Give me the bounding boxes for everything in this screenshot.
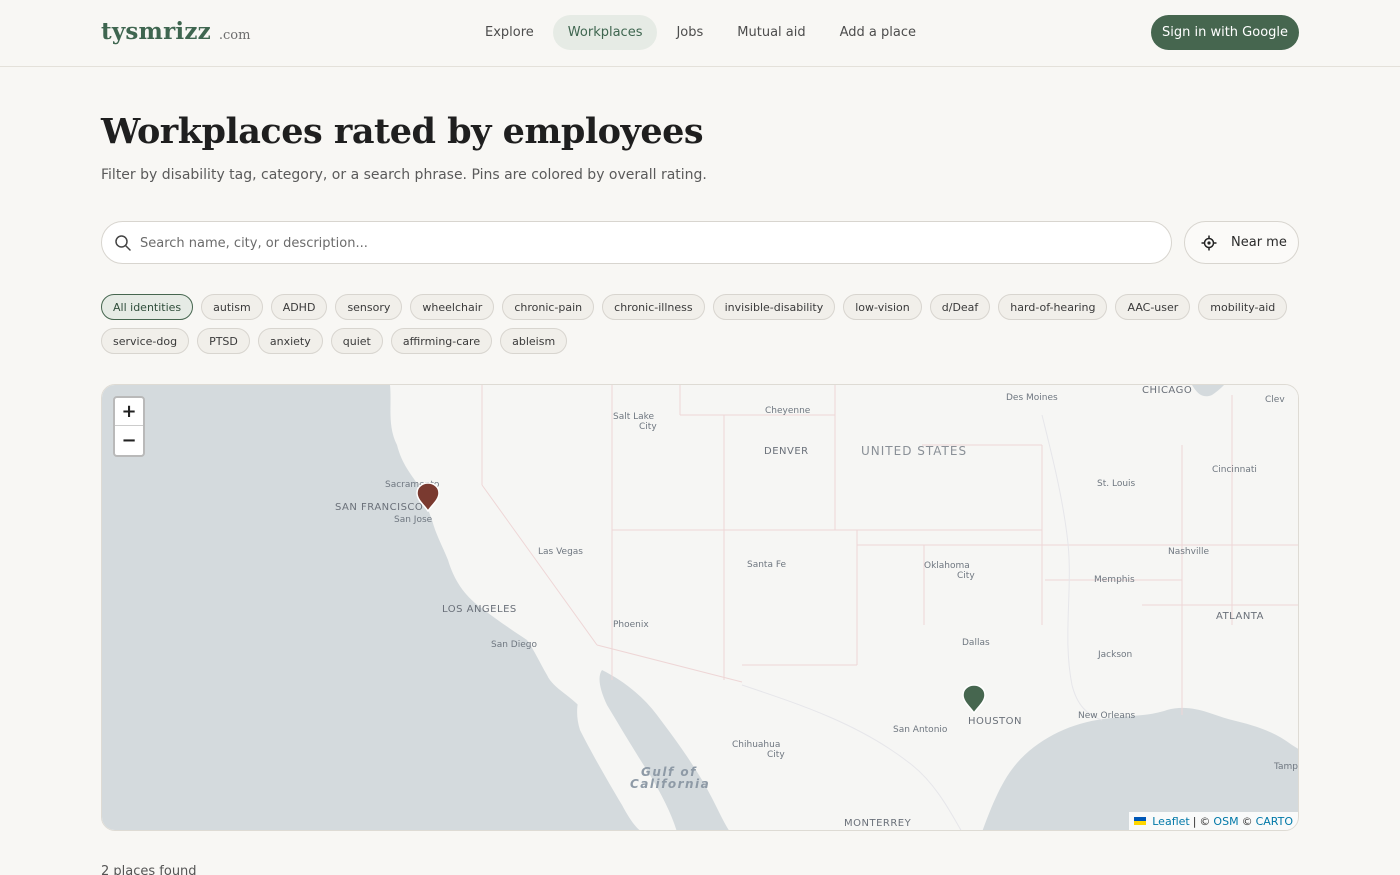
zoom-out-button[interactable]: − bbox=[115, 426, 143, 454]
map-label-chihuahua: Chihuahua bbox=[732, 740, 781, 750]
main-nav: Explore Workplaces Jobs Mutual aid Add a… bbox=[470, 15, 931, 50]
nav-explore[interactable]: Explore bbox=[470, 15, 549, 50]
search-input[interactable] bbox=[140, 230, 1160, 256]
logo-wordmark: tysmrizz bbox=[101, 18, 211, 45]
map-label-cleveland: Clev bbox=[1265, 395, 1285, 405]
map-label-chihuahua-city: City bbox=[767, 750, 785, 760]
pin-san-francisco[interactable] bbox=[416, 482, 440, 512]
map-label-dallas: Dallas bbox=[962, 638, 990, 648]
tag-sensory[interactable]: sensory bbox=[335, 294, 403, 320]
map-label-san-antonio: San Antonio bbox=[893, 725, 948, 735]
near-me-button[interactable]: Near me bbox=[1184, 221, 1299, 264]
tag-low-vision[interactable]: low-vision bbox=[843, 294, 922, 320]
map-label-gulf-california: California bbox=[630, 777, 711, 791]
tag-affirming-care[interactable]: affirming-care bbox=[390, 328, 493, 354]
search-bar bbox=[101, 221, 1172, 264]
map-label-cincinnati: Cincinnati bbox=[1212, 465, 1257, 475]
map-label-st-louis: St. Louis bbox=[1097, 479, 1136, 489]
nav-workplaces[interactable]: Workplaces bbox=[552, 15, 658, 50]
map-label-atlanta: ATLANTA bbox=[1216, 611, 1264, 622]
identity-tag-filters: All identities autism ADHD sensory wheel… bbox=[101, 294, 1301, 354]
map-label-new-orleans: New Orleans bbox=[1078, 711, 1136, 721]
near-me-label: Near me bbox=[1231, 235, 1287, 250]
map-zoom-control: + − bbox=[113, 396, 145, 457]
page-title: Workplaces rated by employees bbox=[101, 111, 704, 152]
tag-ableism[interactable]: ableism bbox=[500, 328, 568, 354]
map-label-san-diego: San Diego bbox=[491, 640, 537, 650]
logo-domain-suffix: .com bbox=[218, 28, 251, 43]
map-label-oklahoma-city: City bbox=[957, 571, 975, 581]
map-label-nashville: Nashville bbox=[1168, 547, 1210, 557]
tag-invisible-disability[interactable]: invisible-disability bbox=[712, 294, 836, 320]
zoom-in-button[interactable]: + bbox=[115, 398, 143, 426]
page-subtitle: Filter by disability tag, category, or a… bbox=[101, 167, 707, 183]
pin-houston[interactable] bbox=[962, 684, 986, 714]
sign-in-google-button[interactable]: Sign in with Google bbox=[1151, 15, 1299, 50]
tag-aac-user[interactable]: AAC-user bbox=[1115, 294, 1191, 320]
results-count: 2 places found bbox=[101, 864, 197, 875]
map-label-denver: DENVER bbox=[764, 446, 809, 457]
map-label-salt-lake-city: City bbox=[639, 422, 657, 432]
map-label-los-angeles: LOS ANGELES bbox=[442, 604, 517, 615]
map-label-tampa: Tamp bbox=[1274, 762, 1299, 772]
attribution-copyright-2: © bbox=[1241, 814, 1253, 828]
tag-hard-of-hearing[interactable]: hard-of-hearing bbox=[998, 294, 1108, 320]
tag-anxiety[interactable]: anxiety bbox=[257, 328, 323, 354]
tag-d-deaf[interactable]: d/Deaf bbox=[929, 294, 991, 320]
map-attribution: Leaflet | © OSM © CARTO bbox=[1129, 812, 1298, 830]
tag-adhd[interactable]: ADHD bbox=[270, 294, 328, 320]
map-label-las-vegas: Las Vegas bbox=[538, 547, 583, 557]
map-label-salt-lake: Salt Lake bbox=[613, 412, 655, 422]
top-navigation-bar: tysmrizz .com Explore Workplaces Jobs Mu… bbox=[0, 0, 1400, 67]
attribution-separator: | bbox=[1192, 814, 1197, 828]
map-label-jackson: Jackson bbox=[1098, 650, 1133, 660]
tag-ptsd[interactable]: PTSD bbox=[197, 328, 250, 354]
map-label-san-jose: San Jose bbox=[394, 515, 433, 525]
location-crosshair-icon bbox=[1201, 235, 1217, 251]
map-base-layer bbox=[102, 385, 1298, 830]
map-label-united-states: UNITED STATES bbox=[861, 444, 968, 458]
map-label-monterrey: MONTERREY bbox=[844, 818, 912, 829]
osm-link[interactable]: OSM bbox=[1213, 815, 1238, 828]
map-label-cheyenne: Cheyenne bbox=[765, 406, 811, 416]
map-label-san-francisco: SAN FRANCISCO bbox=[335, 502, 424, 513]
nav-mutual-aid[interactable]: Mutual aid bbox=[722, 15, 820, 50]
leaflet-link[interactable]: Leaflet bbox=[1152, 815, 1189, 828]
site-logo[interactable]: tysmrizz .com bbox=[101, 18, 250, 45]
search-icon bbox=[115, 235, 131, 251]
ukraine-flag-icon bbox=[1134, 817, 1147, 825]
tag-chronic-pain[interactable]: chronic-pain bbox=[502, 294, 595, 320]
workplaces-map[interactable]: CHICAGO Des Moines Clev Cheyenne Salt La… bbox=[101, 384, 1299, 831]
tag-service-dog[interactable]: service-dog bbox=[101, 328, 190, 354]
map-label-des-moines: Des Moines bbox=[1006, 393, 1058, 403]
nav-jobs[interactable]: Jobs bbox=[661, 15, 718, 50]
tag-wheelchair[interactable]: wheelchair bbox=[410, 294, 495, 320]
carto-link[interactable]: CARTO bbox=[1256, 815, 1293, 828]
nav-add-a-place[interactable]: Add a place bbox=[825, 15, 931, 50]
attribution-copyright: © bbox=[1199, 814, 1211, 828]
map-label-oklahoma: Oklahoma bbox=[924, 561, 970, 571]
map-label-phoenix: Phoenix bbox=[613, 620, 649, 630]
tag-autism[interactable]: autism bbox=[201, 294, 263, 320]
map-label-santa-fe: Santa Fe bbox=[747, 560, 787, 570]
map-label-memphis: Memphis bbox=[1094, 575, 1135, 585]
tag-all-identities[interactable]: All identities bbox=[101, 294, 194, 320]
tag-chronic-illness[interactable]: chronic-illness bbox=[602, 294, 705, 320]
tag-mobility-aid[interactable]: mobility-aid bbox=[1198, 294, 1288, 320]
map-label-houston: HOUSTON bbox=[968, 716, 1023, 727]
tag-quiet[interactable]: quiet bbox=[330, 328, 383, 354]
map-label-chicago: CHICAGO bbox=[1142, 385, 1193, 396]
